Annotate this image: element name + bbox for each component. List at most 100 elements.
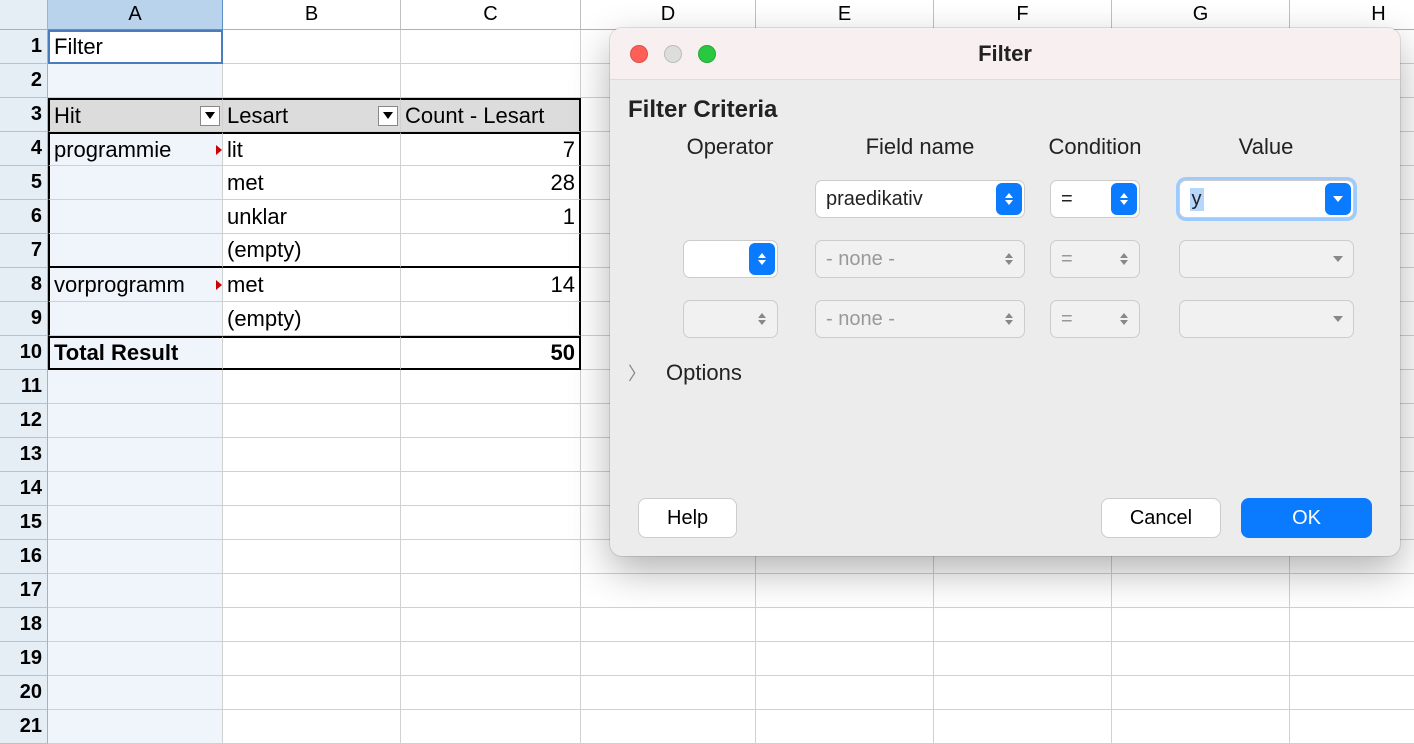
cell[interactable]	[581, 574, 756, 608]
cell[interactable]	[223, 438, 401, 472]
cell[interactable]	[48, 710, 223, 744]
cell[interactable]	[48, 64, 223, 98]
cell[interactable]	[756, 710, 934, 744]
cell[interactable]	[223, 370, 401, 404]
cell[interactable]	[934, 608, 1112, 642]
cell[interactable]	[48, 370, 223, 404]
cancel-button[interactable]: Cancel	[1101, 498, 1221, 538]
cell[interactable]	[48, 506, 223, 540]
cell[interactable]	[1112, 642, 1290, 676]
row-header[interactable]: 3	[0, 98, 48, 132]
cell[interactable]	[223, 710, 401, 744]
field-name-select[interactable]: praedikativ	[815, 180, 1025, 218]
cell[interactable]	[756, 608, 934, 642]
pivot-cell[interactable]: programmie	[48, 132, 223, 166]
row-header[interactable]: 17	[0, 574, 48, 608]
cell[interactable]	[48, 574, 223, 608]
cell[interactable]	[48, 676, 223, 710]
col-header-d[interactable]: D	[581, 0, 756, 30]
field-name-select[interactable]: - none -	[815, 240, 1025, 278]
select-all-corner[interactable]	[0, 0, 48, 30]
pivot-cell[interactable]	[48, 302, 223, 336]
pivot-cell[interactable]	[48, 166, 223, 200]
col-header-b[interactable]: B	[223, 0, 401, 30]
ok-button[interactable]: OK	[1241, 498, 1372, 538]
cell[interactable]	[1290, 642, 1414, 676]
value-combo[interactable]: y	[1179, 180, 1354, 218]
pivot-cell[interactable]: (empty)	[223, 302, 401, 336]
cell[interactable]	[1112, 676, 1290, 710]
cell[interactable]	[581, 676, 756, 710]
operator-select[interactable]	[683, 240, 778, 278]
cell[interactable]	[401, 438, 581, 472]
row-header[interactable]: 2	[0, 64, 48, 98]
pivot-cell[interactable]	[401, 302, 581, 336]
pivot-cell[interactable]: 28	[401, 166, 581, 200]
cell[interactable]	[401, 30, 581, 64]
pivot-total-label[interactable]: Total Result	[48, 336, 223, 370]
cell[interactable]	[401, 472, 581, 506]
pivot-cell[interactable]: vorprogramm	[48, 268, 223, 302]
row-header[interactable]: 11	[0, 370, 48, 404]
pivot-cell[interactable]	[223, 336, 401, 370]
cell[interactable]	[223, 676, 401, 710]
cell[interactable]	[934, 676, 1112, 710]
cell[interactable]	[223, 608, 401, 642]
cell[interactable]	[581, 710, 756, 744]
pivot-cell[interactable]	[48, 234, 223, 268]
cell[interactable]	[48, 438, 223, 472]
row-header[interactable]: 16	[0, 540, 48, 574]
cell[interactable]	[756, 642, 934, 676]
cell[interactable]	[223, 472, 401, 506]
cell[interactable]	[581, 608, 756, 642]
row-header[interactable]: 21	[0, 710, 48, 744]
row-header[interactable]: 13	[0, 438, 48, 472]
cell[interactable]	[48, 608, 223, 642]
cell[interactable]	[401, 404, 581, 438]
row-header[interactable]: 5	[0, 166, 48, 200]
cell[interactable]	[401, 64, 581, 98]
cell[interactable]	[401, 676, 581, 710]
row-header[interactable]: 8	[0, 268, 48, 302]
row-header[interactable]: 14	[0, 472, 48, 506]
cell[interactable]	[1290, 608, 1414, 642]
row-header[interactable]: 15	[0, 506, 48, 540]
cell[interactable]	[401, 540, 581, 574]
cell[interactable]	[223, 574, 401, 608]
cell[interactable]	[401, 642, 581, 676]
cell[interactable]	[48, 472, 223, 506]
col-header-h[interactable]: H	[1290, 0, 1414, 30]
pivot-header-count[interactable]: Count - Lesart	[401, 98, 581, 132]
cell[interactable]	[934, 642, 1112, 676]
pivot-cell[interactable]: 7	[401, 132, 581, 166]
pivot-cell[interactable]: met	[223, 268, 401, 302]
pivot-cell[interactable]	[401, 234, 581, 268]
pivot-cell[interactable]	[48, 200, 223, 234]
options-disclosure[interactable]: 〉 Options	[628, 360, 1400, 386]
cell[interactable]	[223, 642, 401, 676]
cell[interactable]	[48, 404, 223, 438]
col-header-f[interactable]: F	[934, 0, 1112, 30]
row-header[interactable]: 10	[0, 336, 48, 370]
pivot-cell[interactable]: lit	[223, 132, 401, 166]
cell-a1[interactable]: Filter	[48, 30, 223, 64]
cell[interactable]	[1290, 574, 1414, 608]
col-header-g[interactable]: G	[1112, 0, 1290, 30]
row-header[interactable]: 18	[0, 608, 48, 642]
dropdown-icon[interactable]	[378, 106, 398, 126]
cell[interactable]	[401, 574, 581, 608]
pivot-header-lesart[interactable]: Lesart	[223, 98, 401, 132]
dialog-titlebar[interactable]: Filter	[610, 28, 1400, 80]
pivot-cell[interactable]: (empty)	[223, 234, 401, 268]
cell[interactable]	[223, 404, 401, 438]
row-header[interactable]: 9	[0, 302, 48, 336]
row-header[interactable]: 6	[0, 200, 48, 234]
pivot-cell[interactable]: 14	[401, 268, 581, 302]
cell[interactable]	[756, 574, 934, 608]
cell[interactable]	[223, 540, 401, 574]
pivot-cell[interactable]: 1	[401, 200, 581, 234]
cell[interactable]	[1112, 608, 1290, 642]
row-header[interactable]: 7	[0, 234, 48, 268]
pivot-total-value[interactable]: 50	[401, 336, 581, 370]
row-header[interactable]: 4	[0, 132, 48, 166]
